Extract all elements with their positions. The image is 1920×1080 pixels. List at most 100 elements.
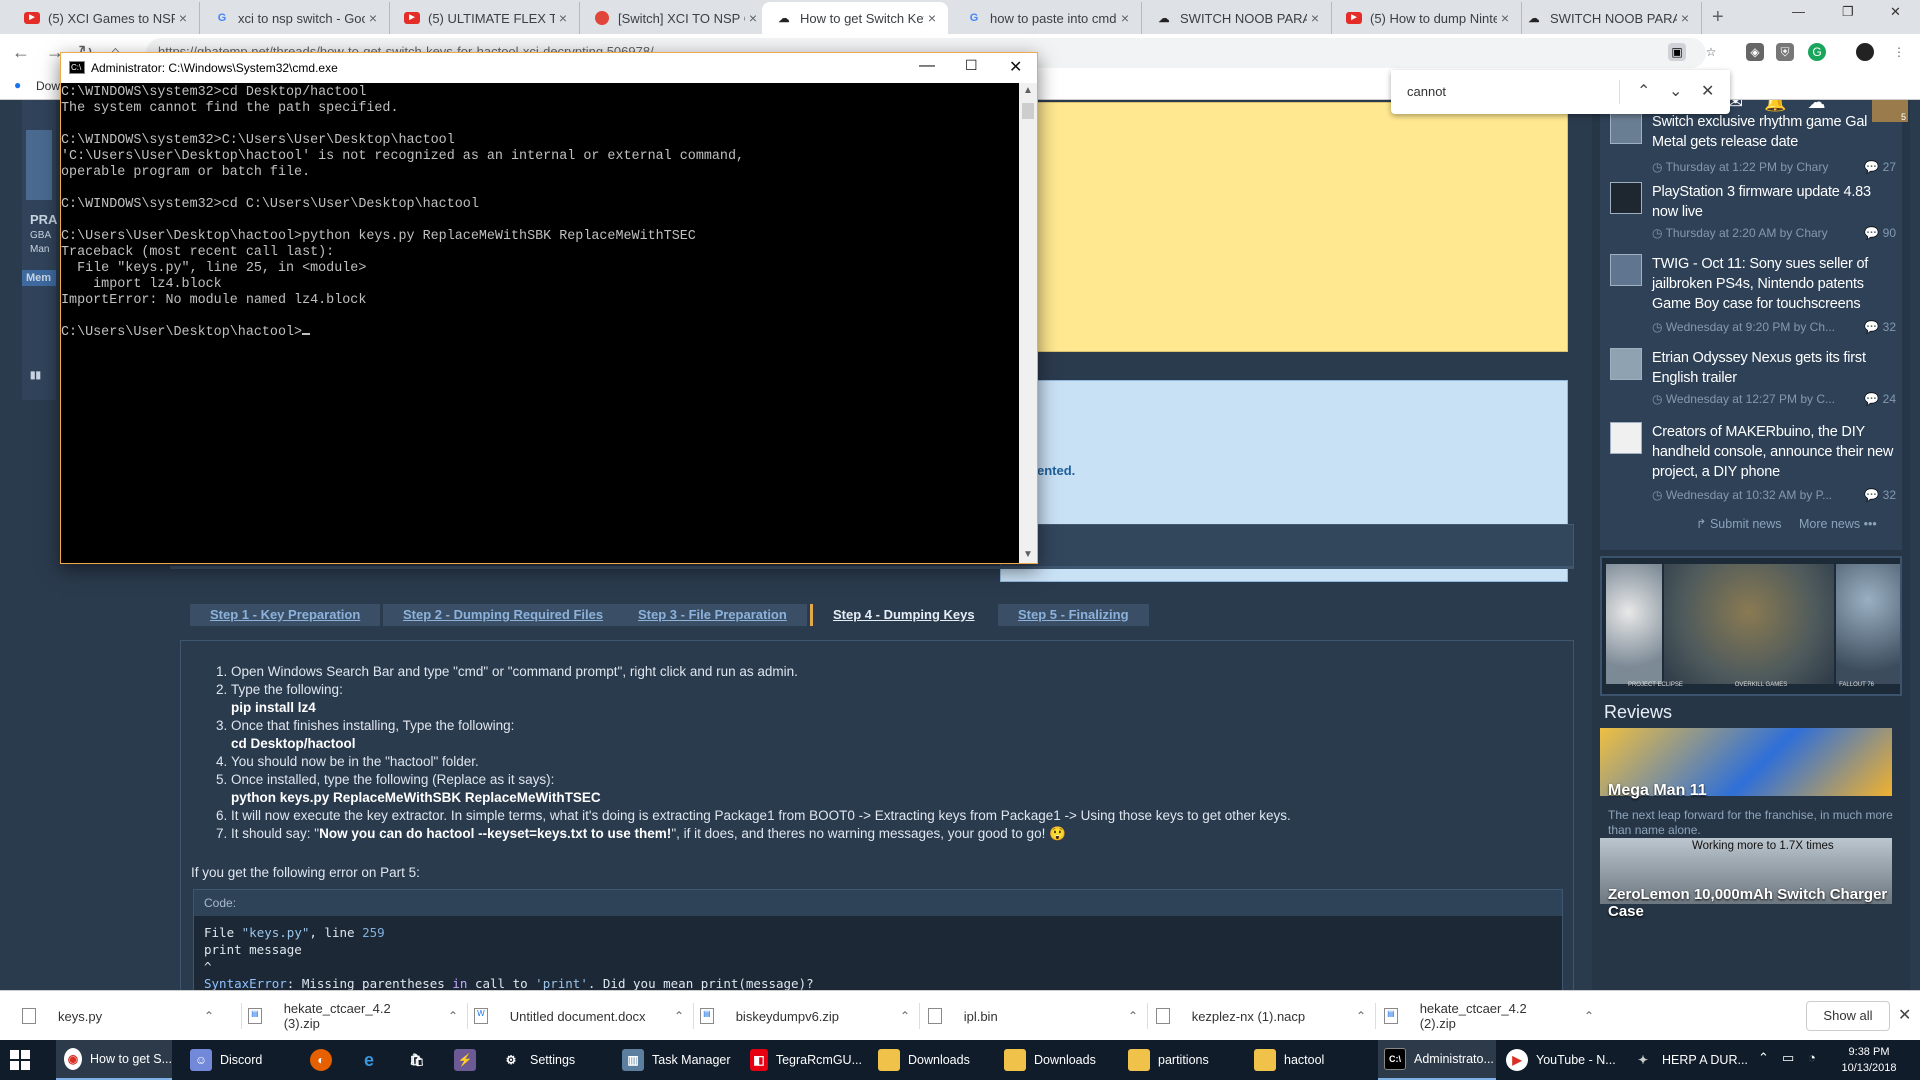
find-input[interactable]: cannot xyxy=(1407,84,1446,99)
news-item[interactable]: Etrian Odyssey Nexus gets its first Engl… xyxy=(1600,348,1902,410)
taskbar-item[interactable]: C:\ Administrato... xyxy=(1378,1040,1496,1080)
taskbar-item[interactable]: ◧ TegraRcmGU... xyxy=(750,1040,862,1080)
chevron-up-icon[interactable]: ⌃ xyxy=(674,1009,684,1023)
close-tab-icon[interactable]: × xyxy=(365,10,381,26)
taskbar-item[interactable]: Downloads xyxy=(1004,1040,1116,1080)
taskbar-item[interactable]: ▥ Task Manager xyxy=(622,1040,734,1080)
minimize-icon[interactable]: — xyxy=(919,57,935,75)
back-icon[interactable]: ← xyxy=(12,42,30,63)
review-title[interactable]: ZeroLemon 10,000mAh Switch Charger Case xyxy=(1608,886,1910,920)
download-item[interactable]: kezplez-nx (1).nacp ⌃ xyxy=(1156,991,1376,1041)
scrollbar[interactable]: ▲ ▼ xyxy=(1019,83,1037,563)
taskbar-item[interactable]: ☺ Discord xyxy=(182,1040,282,1080)
apps-icon[interactable]: ● xyxy=(14,78,21,92)
menu-icon[interactable]: ⋮ xyxy=(1890,43,1908,61)
scroll-thumb[interactable] xyxy=(1022,103,1034,119)
close-tab-icon[interactable]: × xyxy=(924,10,940,26)
screenshot-icon[interactable]: ▣ xyxy=(1668,43,1686,61)
browser-tab[interactable]: ☁ SWITCH NOOB PARAD × xyxy=(1142,2,1332,34)
tab-step-5[interactable]: Step 5 - Finalizing xyxy=(998,604,1149,626)
taskbar-item[interactable]: ◉ How to get S... xyxy=(56,1040,172,1080)
tab-step-1[interactable]: Step 1 - Key Preparation xyxy=(190,604,381,626)
chevron-up-icon[interactable]: ⌃ xyxy=(1356,1009,1366,1023)
taskbar-item[interactable]: 🛍 xyxy=(406,1040,436,1080)
new-tab-button[interactable]: + xyxy=(1712,6,1724,29)
browser-tab[interactable]: G how to paste into cmd × xyxy=(952,2,1142,34)
chevron-up-icon[interactable]: ⌃ xyxy=(1584,1009,1594,1023)
browser-tab[interactable]: ▶ (5) ULTIMATE FLEX TAP× xyxy=(390,2,580,34)
close-tab-icon[interactable]: × xyxy=(1497,10,1513,26)
download-item[interactable]: keys.py ⌃ xyxy=(22,991,242,1041)
minimize-icon[interactable]: — xyxy=(1792,4,1805,19)
browser-tab[interactable]: ▶ (5) XCI Games to NSP C× xyxy=(10,2,200,34)
review-title[interactable]: Mega Man 11 xyxy=(1608,782,1707,800)
taskbar-item[interactable]: hactool xyxy=(1254,1040,1366,1080)
taskbar-item[interactable]: ⚡ xyxy=(454,1040,484,1080)
shield-icon[interactable]: ⛨ xyxy=(1776,43,1794,61)
chevron-up-icon[interactable]: ⌃ xyxy=(900,1009,910,1023)
tab-step-3[interactable]: Step 3 - File Preparation xyxy=(618,604,807,626)
taskbar-item[interactable]: Downloads xyxy=(878,1040,990,1080)
news-item[interactable]: Creators of MAKERbuino, the DIY handheld… xyxy=(1600,422,1902,506)
find-prev-icon[interactable]: ⌃ xyxy=(1637,81,1650,101)
more-news-link[interactable]: More news xyxy=(1799,517,1860,531)
cmd-titlebar[interactable]: C:\ Administrator: C:\Windows\System32\c… xyxy=(61,53,1037,83)
taskbar-item[interactable]: ◐ xyxy=(310,1040,340,1080)
close-icon[interactable]: ✕ xyxy=(1009,57,1022,77)
close-window-icon[interactable]: ✕ xyxy=(1890,4,1901,20)
taskbar-item[interactable]: ⚙ Settings xyxy=(500,1040,600,1080)
browser-tab[interactable]: ☁ SWITCH NOOB PARAD × xyxy=(1512,2,1702,34)
browser-tab-active[interactable]: ☁ How to get Switch Keys × xyxy=(762,2,948,34)
download-item[interactable]: ▤ biskeydumpv6.zip ⌃ xyxy=(700,991,920,1041)
extension-icon[interactable]: ◈ xyxy=(1746,43,1764,61)
close-tab-icon[interactable]: × xyxy=(1117,10,1133,26)
bell-icon[interactable]: 🔔 xyxy=(1764,100,1786,112)
taskbar-item[interactable]: ▶ YouTube - N... xyxy=(1506,1040,1622,1080)
chevron-up-icon[interactable]: ⌃ xyxy=(1128,1009,1138,1023)
find-close-icon[interactable]: ✕ xyxy=(1701,81,1714,101)
browser-tab[interactable]: [Switch] XCI TO NSP CO× xyxy=(580,2,770,34)
promo-banner[interactable]: PROJECT ECLIPSE OVERKILL GAMES FALLOUT 76 xyxy=(1600,556,1902,696)
scroll-down-icon[interactable]: ▼ xyxy=(1023,549,1033,560)
taskbar-item[interactable]: partitions xyxy=(1128,1040,1240,1080)
upload-icon[interactable]: ☁ xyxy=(1808,100,1826,112)
maximize-icon[interactable]: ☐ xyxy=(965,57,978,74)
members-tab[interactable]: Mem xyxy=(22,270,56,286)
close-tab-icon[interactable]: × xyxy=(1307,10,1323,26)
close-shelf-icon[interactable]: ✕ xyxy=(1898,1005,1911,1025)
cmd-console[interactable]: C:\WINDOWS\system32>cd Desktop/hactool T… xyxy=(61,83,1019,563)
tab-step-2[interactable]: Step 2 - Dumping Required Files xyxy=(383,604,624,626)
close-tab-icon[interactable]: × xyxy=(555,10,571,26)
chevron-up-icon[interactable]: ⌃ xyxy=(204,1009,214,1023)
mail-icon[interactable]: ✉ xyxy=(1728,100,1743,112)
tray-chevron-icon[interactable]: ⌃ xyxy=(1758,1050,1769,1066)
scroll-up-icon[interactable]: ▲ xyxy=(1023,85,1033,96)
system-clock[interactable]: 9:38 PM 10/13/2018 xyxy=(1834,1044,1904,1076)
avatar[interactable] xyxy=(1856,43,1874,61)
download-item[interactable]: ipl.bin ⌃ xyxy=(928,991,1148,1041)
grammarly-icon[interactable]: G xyxy=(1808,43,1826,61)
bookmark-item[interactable]: Dow xyxy=(36,79,60,93)
bookmark-star-icon[interactable]: ☆ xyxy=(1702,43,1720,61)
download-item[interactable]: ▤ hekate_ctcaer_4.2 (3).zip ⌃ xyxy=(248,991,468,1041)
browser-tab[interactable]: ▶ (5) How to dump Ninte × xyxy=(1332,2,1522,34)
close-tab-icon[interactable]: × xyxy=(1677,10,1693,26)
avatar[interactable]: 5 xyxy=(1872,100,1908,122)
windows-start-icon[interactable] xyxy=(10,1050,30,1070)
news-item[interactable]: TWIG - Oct 11: Sony sues seller of jailb… xyxy=(1600,254,1902,334)
find-next-icon[interactable]: ⌄ xyxy=(1669,81,1682,101)
maximize-icon[interactable]: ❐ xyxy=(1842,4,1854,20)
tray-window-icon[interactable]: ▭ xyxy=(1782,1050,1794,1066)
browser-tab[interactable]: G xci to nsp switch - Goo × xyxy=(200,2,390,34)
chevron-up-icon[interactable]: ⌃ xyxy=(448,1009,458,1023)
taskbar-item[interactable]: e xyxy=(358,1040,388,1080)
taskbar-item[interactable]: ✦ HERP A DUR... xyxy=(1632,1040,1748,1080)
tab-step-4[interactable]: Step 4 - Dumping Keys xyxy=(810,604,995,626)
close-tab-icon[interactable]: × xyxy=(175,10,191,26)
network-icon[interactable]: ◔ xyxy=(1808,1050,1816,1065)
show-all-button[interactable]: Show all xyxy=(1806,1001,1890,1031)
news-item[interactable]: PlayStation 3 firmware update 4.83 now l… xyxy=(1600,182,1902,244)
close-tab-icon[interactable]: × xyxy=(745,10,761,26)
submit-news-link[interactable]: Submit news xyxy=(1710,517,1782,531)
download-item[interactable]: ▤ hekate_ctcaer_4.2 (2).zip ⌃ xyxy=(1384,991,1594,1041)
